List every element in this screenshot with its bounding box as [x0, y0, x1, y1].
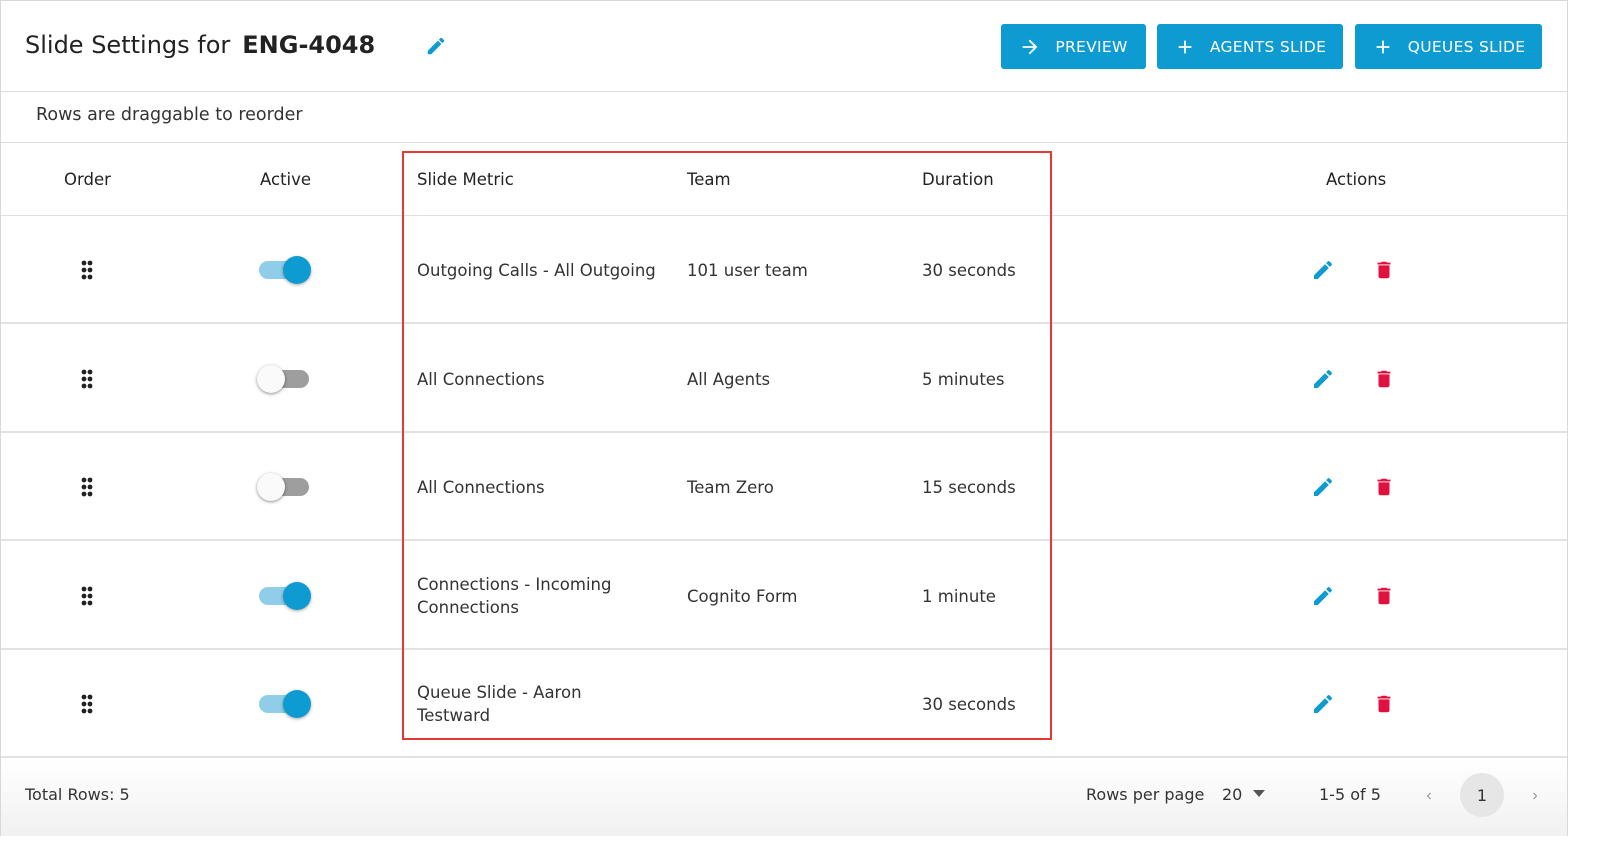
- toggle-knob: [283, 582, 311, 610]
- total-rows: Total Rows: 5: [25, 785, 130, 804]
- preview-label: PREVIEW: [1055, 37, 1128, 56]
- cell-slide-metric: Connections - Incoming Connections: [417, 575, 612, 617]
- toggle-knob: [283, 256, 311, 284]
- caret-down-icon[interactable]: [1253, 790, 1265, 798]
- cell-duration: 5 minutes: [922, 370, 1005, 389]
- pencil-icon[interactable]: [1311, 258, 1335, 282]
- pencil-icon[interactable]: [425, 35, 447, 57]
- trash-icon[interactable]: [1373, 475, 1395, 499]
- chevron-right-icon[interactable]: [1528, 788, 1542, 804]
- cell-team: Cognito Form: [687, 587, 798, 606]
- title-code: ENG-4048: [242, 31, 376, 59]
- agents-slide-label: AGENTS SLIDE: [1209, 37, 1327, 56]
- cell-duration: 1 minute: [922, 587, 996, 606]
- preview-button[interactable]: PREVIEW: [1001, 24, 1146, 69]
- title-prefix: Slide Settings for: [25, 31, 231, 59]
- cell-duration: 30 seconds: [922, 261, 1016, 280]
- toggle-knob: [257, 473, 285, 501]
- divider: [1, 142, 1567, 143]
- cell-slide-metric: Outgoing Calls - All Outgoing: [417, 261, 656, 280]
- reorder-hint: Rows are draggable to reorder: [36, 105, 303, 125]
- page-title: Slide Settings for ENG-4048: [25, 31, 375, 59]
- drag-handle-icon[interactable]: [80, 694, 94, 714]
- toggle-knob: [283, 690, 311, 718]
- active-toggle[interactable]: [257, 254, 313, 284]
- active-toggle[interactable]: [257, 471, 313, 501]
- pagination-range: 1-5 of 5: [1319, 785, 1381, 804]
- pencil-icon[interactable]: [1311, 692, 1335, 716]
- active-toggle[interactable]: [257, 688, 313, 718]
- arrow-right-icon: [1023, 39, 1038, 54]
- cell-slide-metric: Queue Slide - Aaron Testward: [417, 683, 582, 725]
- cell-duration: 30 seconds: [922, 695, 1016, 714]
- drag-handle-icon[interactable]: [80, 369, 94, 389]
- active-toggle[interactable]: [257, 580, 313, 610]
- toggle-knob: [257, 365, 285, 393]
- column-header-slide-metric[interactable]: Slide Metric: [417, 170, 514, 189]
- slide-settings-panel: Slide Settings for ENG-4048 PREVIEW AGENT…: [0, 0, 1568, 836]
- queues-slide-label: QUEUES SLIDE: [1407, 37, 1526, 56]
- cell-slide-metric: All Connections: [417, 478, 545, 497]
- active-toggle[interactable]: [257, 363, 313, 393]
- column-header-team[interactable]: Team: [687, 170, 731, 189]
- column-header-actions: Actions: [1326, 170, 1387, 189]
- trash-icon[interactable]: [1373, 258, 1395, 282]
- cell-team: 101 user team: [687, 261, 808, 280]
- page-button-current[interactable]: 1: [1460, 773, 1504, 817]
- pencil-icon[interactable]: [1311, 367, 1335, 391]
- pencil-icon[interactable]: [1311, 475, 1335, 499]
- column-header-duration[interactable]: Duration: [922, 170, 994, 189]
- rows-per-page-select[interactable]: 20: [1222, 785, 1242, 804]
- cell-team: All Agents: [687, 370, 771, 389]
- panel-header: Slide Settings for ENG-4048 PREVIEW AGENT…: [1, 1, 1567, 92]
- trash-icon[interactable]: [1373, 584, 1395, 608]
- trash-icon[interactable]: [1373, 367, 1395, 391]
- cell-duration: 15 seconds: [922, 478, 1016, 497]
- trash-icon[interactable]: [1373, 692, 1395, 716]
- rows-per-page-label: Rows per page: [1086, 785, 1205, 804]
- cell-team: Team Zero: [687, 478, 774, 497]
- plus-icon: [1376, 40, 1390, 53]
- cell-slide-metric: All Connections: [417, 370, 545, 389]
- pencil-icon[interactable]: [1311, 584, 1335, 608]
- drag-handle-icon[interactable]: [80, 586, 94, 606]
- chevron-left-icon[interactable]: [1422, 788, 1436, 804]
- column-header-order: Order: [64, 170, 111, 189]
- add-agents-slide-button[interactable]: AGENTS SLIDE: [1157, 24, 1343, 69]
- column-header-active: Active: [260, 170, 312, 189]
- plus-icon: [1178, 40, 1192, 53]
- add-queues-slide-button[interactable]: QUEUES SLIDE: [1355, 24, 1542, 69]
- drag-handle-icon[interactable]: [80, 260, 94, 280]
- drag-handle-icon[interactable]: [80, 477, 94, 497]
